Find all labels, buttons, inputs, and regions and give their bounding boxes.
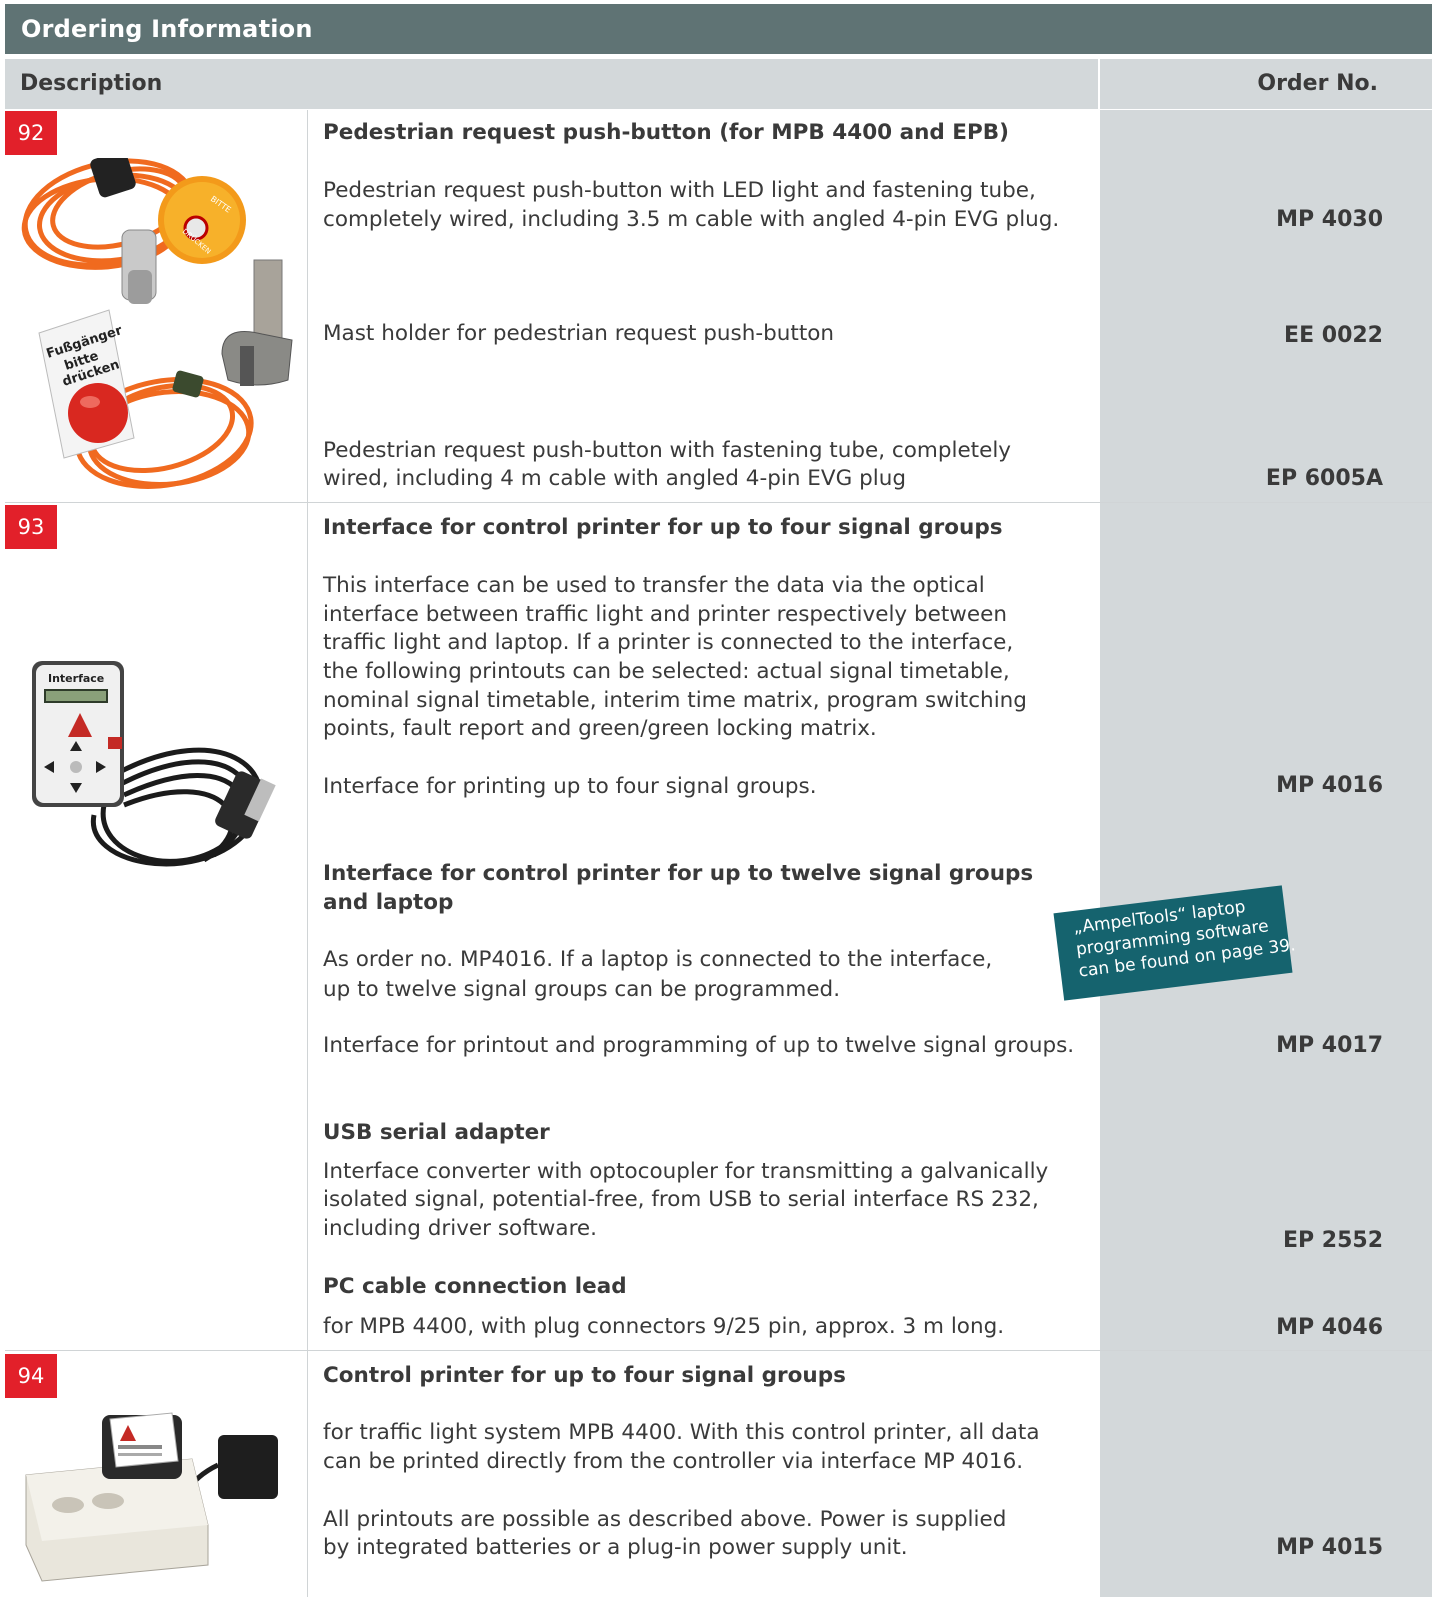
section-93-heading: Interface for control printer for up to … — [323, 515, 1003, 540]
item-description: by integrated batteries or a plug-in pow… — [323, 1535, 908, 1560]
item-description: up to twelve signal groups can be progra… — [323, 977, 841, 1002]
item-description: Pedestrian request push-button with LED … — [323, 178, 1036, 203]
item-description: As order no. MP4016. If a laptop is conn… — [323, 947, 993, 972]
title-bar: Ordering Information — [5, 4, 1432, 54]
subheading: Interface for control printer for up to … — [323, 861, 1034, 886]
row-divider — [5, 502, 1432, 503]
intro-line: interface between traffic light and prin… — [323, 602, 1007, 627]
item-description: Interface for printout and programming o… — [323, 1033, 1075, 1058]
intro-line: This interface can be used to transfer t… — [323, 573, 985, 598]
item-description: including driver software. — [323, 1216, 597, 1241]
item-description: isolated signal, potential-free, from US… — [323, 1187, 1039, 1212]
order-number: EP 6005A — [1265, 466, 1383, 491]
subheading: and laptop — [323, 890, 454, 915]
column-divider — [307, 110, 308, 1597]
intro-line: points, fault report and green/green loc… — [323, 716, 877, 741]
order-number: EP 2552 — [1282, 1228, 1383, 1253]
section-number-badge: 94 — [5, 1354, 57, 1398]
order-number: MP 4017 — [1276, 1033, 1383, 1058]
order-header: Order No. — [1100, 59, 1432, 109]
control-printer-image — [22, 1405, 290, 1585]
order-number: MP 4016 — [1276, 773, 1383, 798]
order-number: EE 0022 — [1284, 323, 1383, 348]
description-header-label: Description — [20, 71, 163, 96]
subheading: PC cable connection lead — [323, 1274, 627, 1299]
device-label: Interface — [48, 672, 104, 685]
section-number-badge: 92 — [5, 111, 57, 155]
order-number: MP 4030 — [1276, 207, 1383, 232]
subheading: USB serial adapter — [323, 1120, 550, 1145]
item-description: for MPB 4400, with plug connectors 9/25 … — [323, 1314, 1005, 1339]
order-number: MP 4015 — [1276, 1535, 1383, 1560]
intro-line: nominal signal timetable, interim time m… — [323, 688, 1027, 713]
row-divider — [5, 1350, 1432, 1351]
order-number: MP 4046 — [1276, 1315, 1383, 1340]
section-number: 92 — [17, 121, 45, 145]
section-92-heading: Pedestrian request push-button (for MPB … — [323, 120, 1009, 145]
section-number: 93 — [17, 515, 45, 539]
item-description: Interface for printing up to four signal… — [323, 774, 817, 799]
section-number: 94 — [17, 1364, 45, 1388]
intro-line: the following printouts can be selected:… — [323, 659, 1010, 684]
item-description: wired, including 4 m cable with angled 4… — [323, 466, 906, 491]
description-header: Description — [5, 59, 1098, 109]
item-description: Pedestrian request push-button with fast… — [323, 438, 1012, 463]
item-description: Mast holder for pedestrian request push-… — [323, 321, 835, 346]
item-description: can be printed directly from the control… — [323, 1449, 1024, 1474]
section-number-badge: 93 — [5, 505, 57, 549]
push-button-product-image: BITTE DRÜCKEN Fußgänger bitte drücken — [14, 158, 296, 496]
item-description: for traffic light system MPB 4400. With … — [323, 1420, 1040, 1445]
intro-line: traffic light and laptop. If a printer i… — [323, 630, 1014, 655]
page-title: Ordering Information — [21, 15, 313, 43]
interface-device-image: Interface — [24, 655, 280, 881]
section-94-heading: Control printer for up to four signal gr… — [323, 1363, 846, 1388]
order-header-label: Order No. — [1257, 71, 1378, 96]
item-description: completely wired, including 3.5 m cable … — [323, 207, 1060, 232]
item-description: All printouts are possible as described … — [323, 1507, 1007, 1532]
item-description: Interface converter with optocoupler for… — [323, 1159, 1049, 1184]
